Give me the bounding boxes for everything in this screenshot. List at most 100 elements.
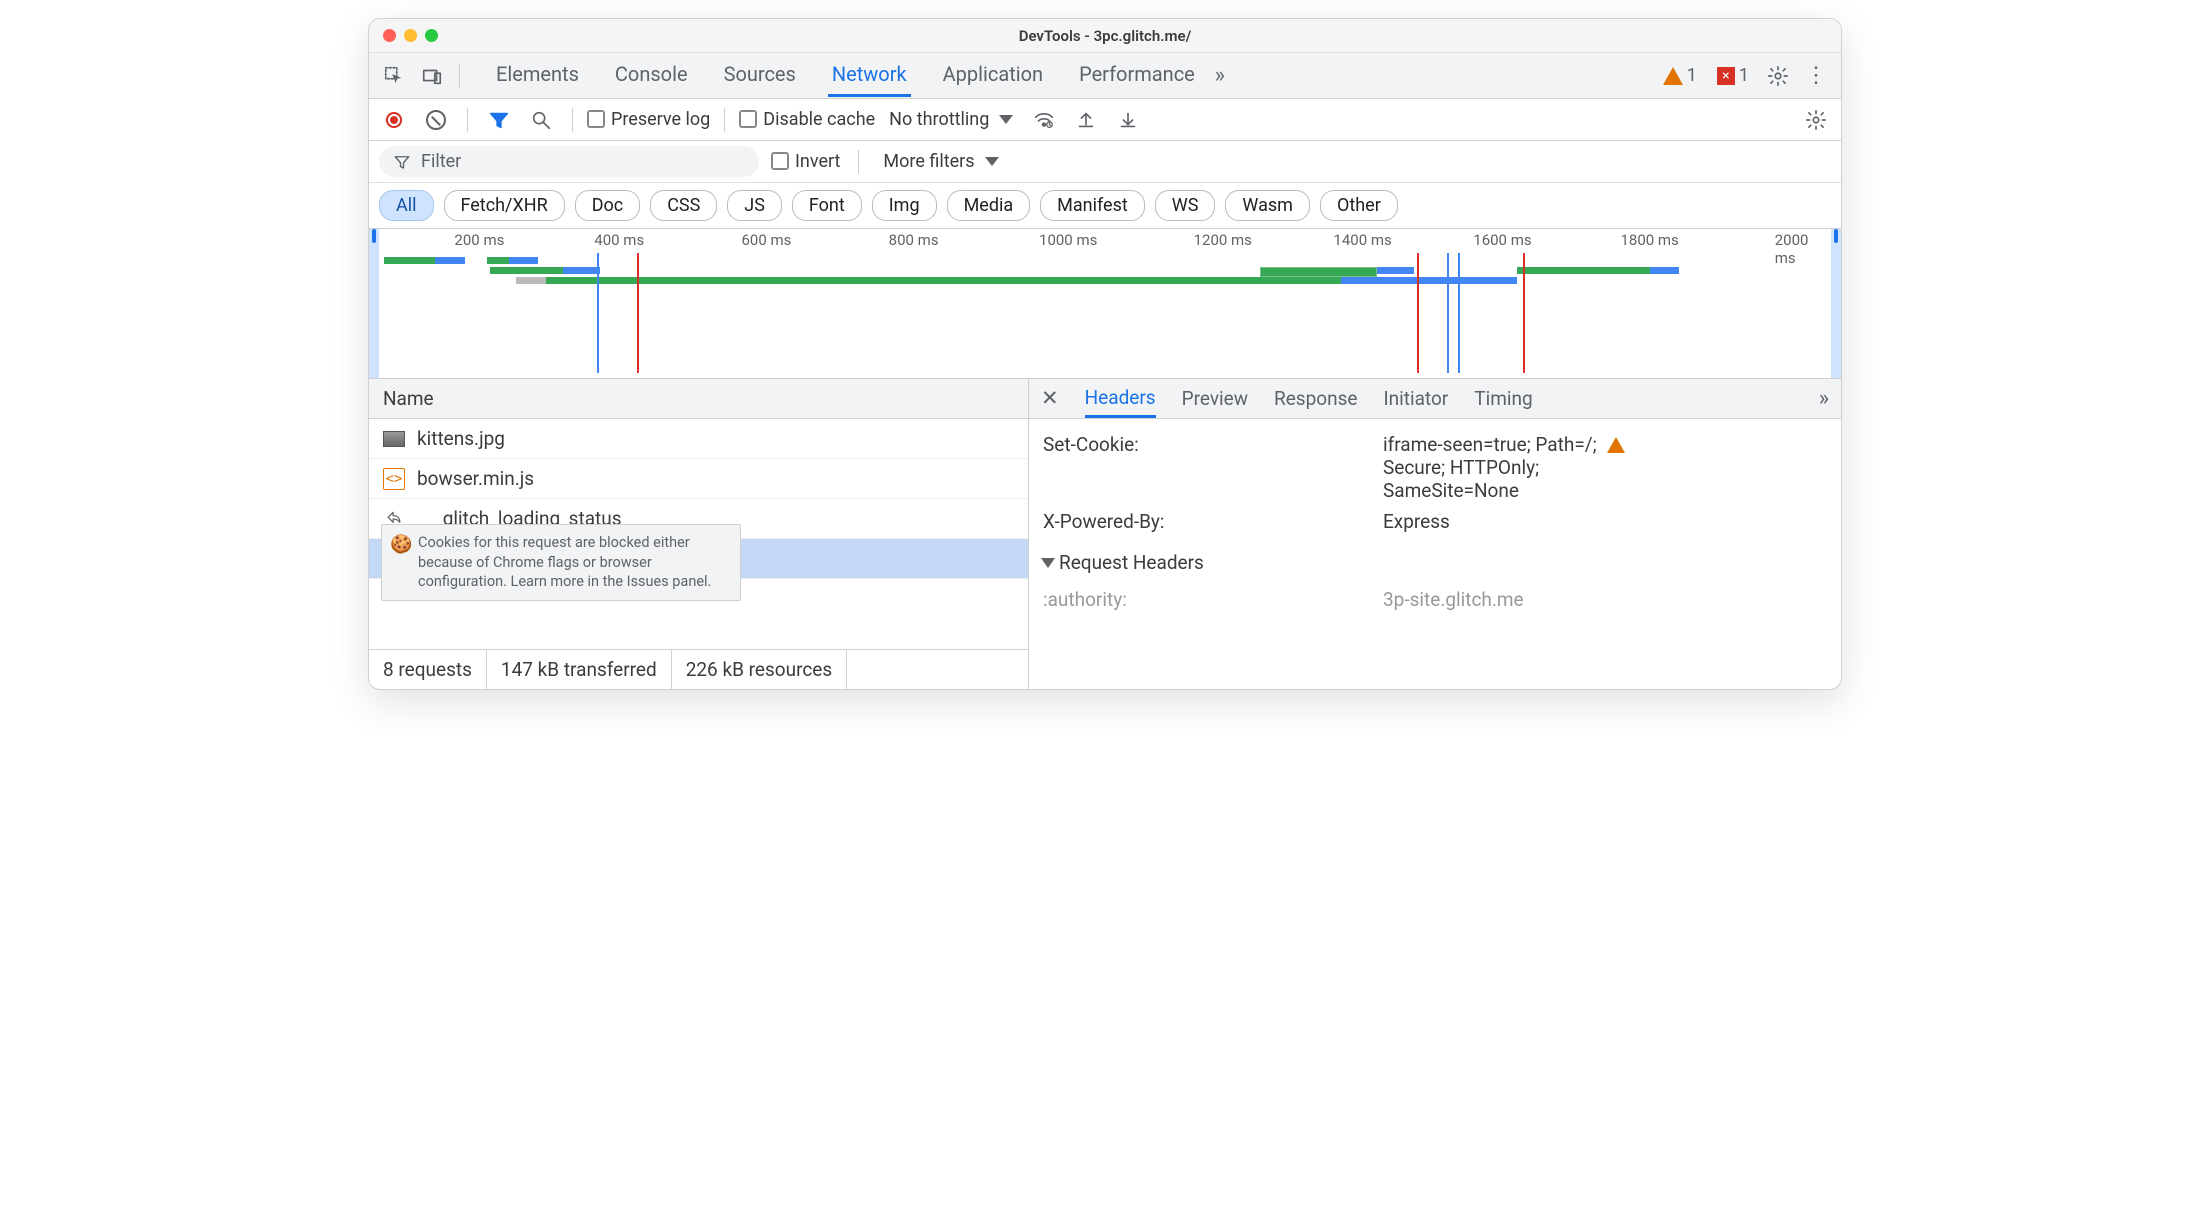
network-toolbar: Preserve log Disable cache No throttling	[369, 99, 1841, 141]
type-pill-font[interactable]: Font	[792, 190, 862, 221]
header-key: Set-Cookie:	[1043, 433, 1383, 502]
errors-count: 1	[1739, 65, 1749, 86]
image-file-icon	[383, 428, 405, 450]
requests-panel: Name kittens.jpg <> bowser.min.js ___gli…	[369, 379, 1029, 689]
kebab-menu-icon[interactable]: ⋮	[1799, 59, 1833, 93]
tab-network[interactable]: Network	[828, 54, 911, 97]
header-x-powered-by: X-Powered-By: Express	[1043, 510, 1827, 533]
preserve-log-checkbox[interactable]: Preserve log	[587, 109, 710, 130]
type-pill-doc[interactable]: Doc	[575, 190, 641, 221]
inspect-icon[interactable]	[377, 59, 411, 93]
status-resources: 226 kB resources	[672, 650, 847, 689]
type-pill-all[interactable]: All	[379, 190, 434, 221]
tick: 200 ms	[454, 231, 504, 249]
warning-icon	[1607, 437, 1625, 453]
separator	[572, 108, 573, 132]
chevron-down-icon	[985, 157, 999, 166]
header-key: :authority:	[1043, 588, 1383, 611]
tick: 400 ms	[594, 231, 644, 249]
header-value: Express	[1383, 510, 1827, 533]
requests-list: kittens.jpg <> bowser.min.js ___glitch_l…	[369, 419, 1028, 649]
network-settings-icon[interactable]	[1799, 103, 1833, 137]
detail-tab-preview[interactable]: Preview	[1182, 381, 1248, 416]
checkbox-icon	[587, 110, 605, 128]
tab-sources[interactable]: Sources	[720, 54, 800, 97]
request-row[interactable]: kittens.jpg	[369, 419, 1028, 459]
chevron-down-icon	[999, 115, 1013, 124]
tab-console[interactable]: Console	[611, 54, 692, 97]
tick: 1000 ms	[1039, 231, 1097, 249]
warnings-badge[interactable]: 1	[1663, 65, 1697, 86]
invert-checkbox[interactable]: Invert	[771, 151, 840, 172]
tick: 1800 ms	[1620, 231, 1678, 249]
panel-tabs: Elements Console Sources Network Applica…	[492, 54, 1199, 97]
download-har-icon[interactable]	[1111, 103, 1145, 137]
request-headers-section[interactable]: Request Headers	[1043, 551, 1827, 574]
filter-toggle-icon[interactable]	[482, 103, 516, 137]
more-filters-dropdown[interactable]: More filters	[877, 151, 1004, 172]
tab-application[interactable]: Application	[939, 54, 1047, 97]
status-transferred: 147 kB transferred	[487, 650, 672, 689]
detail-more-tabs-icon[interactable]: »	[1819, 380, 1829, 417]
header-key: X-Powered-By:	[1043, 510, 1383, 533]
filter-input[interactable]: Filter	[379, 146, 759, 177]
detail-tab-initiator[interactable]: Initiator	[1383, 381, 1448, 416]
resource-type-filters: All Fetch/XHR Doc CSS JS Font Img Media …	[369, 183, 1841, 229]
request-name: kittens.jpg	[417, 427, 505, 450]
more-filters-label: More filters	[883, 151, 974, 172]
tick: 1200 ms	[1194, 231, 1252, 249]
warning-icon	[1663, 67, 1683, 85]
tab-performance[interactable]: Performance	[1075, 54, 1199, 97]
type-pill-media[interactable]: Media	[947, 190, 1031, 221]
window-title: DevTools - 3pc.glitch.me/	[369, 27, 1841, 45]
type-pill-manifest[interactable]: Manifest	[1040, 190, 1145, 221]
cookie-blocked-tooltip: Cookies for this request are blocked eit…	[381, 524, 741, 601]
detail-tab-timing[interactable]: Timing	[1474, 381, 1532, 416]
detail-body: Set-Cookie: iframe-seen=true; Path=/; Se…	[1029, 419, 1841, 689]
errors-badge[interactable]: 1	[1717, 65, 1749, 86]
title-bar: DevTools - 3pc.glitch.me/	[369, 19, 1841, 53]
tick: 600 ms	[741, 231, 791, 249]
type-pill-js[interactable]: JS	[727, 190, 782, 221]
disable-cache-checkbox[interactable]: Disable cache	[739, 109, 875, 130]
type-pill-fetch-xhr[interactable]: Fetch/XHR	[444, 190, 565, 221]
js-file-icon: <>	[383, 468, 405, 490]
device-toolbar-icon[interactable]	[415, 59, 449, 93]
type-pill-wasm[interactable]: Wasm	[1225, 190, 1310, 221]
network-conditions-icon[interactable]	[1027, 103, 1061, 137]
requests-name-header[interactable]: Name	[369, 379, 1028, 419]
record-button[interactable]	[377, 103, 411, 137]
tick: 800 ms	[889, 231, 939, 249]
type-pill-css[interactable]: CSS	[650, 190, 717, 221]
clear-button[interactable]	[419, 103, 453, 137]
detail-tab-response[interactable]: Response	[1274, 381, 1357, 416]
settings-icon[interactable]	[1761, 59, 1795, 93]
type-pill-img[interactable]: Img	[872, 190, 937, 221]
close-detail-icon[interactable]: ✕	[1041, 380, 1059, 417]
tick: 1600 ms	[1473, 231, 1531, 249]
detail-tab-headers[interactable]: Headers	[1085, 380, 1156, 418]
separator	[467, 108, 468, 132]
separator	[459, 64, 460, 88]
main-tab-strip: Elements Console Sources Network Applica…	[369, 53, 1841, 99]
search-icon[interactable]	[524, 103, 558, 137]
filter-bar: Filter Invert More filters	[369, 141, 1841, 183]
type-pill-ws[interactable]: WS	[1155, 190, 1216, 221]
timeline-overview[interactable]: 200 ms 400 ms 600 ms 800 ms 1000 ms 1200…	[369, 229, 1841, 379]
tick: 1400 ms	[1333, 231, 1391, 249]
throttling-select[interactable]: No throttling	[883, 109, 1019, 130]
detail-panel: ✕ Headers Preview Response Initiator Tim…	[1029, 379, 1841, 689]
more-tabs-icon[interactable]: »	[1203, 59, 1237, 93]
request-row[interactable]: <> bowser.min.js	[369, 459, 1028, 499]
content-split: Name kittens.jpg <> bowser.min.js ___gli…	[369, 379, 1841, 689]
upload-har-icon[interactable]	[1069, 103, 1103, 137]
header-authority: :authority: 3p-site.glitch.me	[1043, 588, 1827, 611]
disclosure-triangle-icon	[1041, 558, 1055, 568]
header-value: iframe-seen=true; Path=/; Secure; HTTPOn…	[1383, 433, 1827, 502]
type-pill-other[interactable]: Other	[1320, 190, 1398, 221]
status-bar: 8 requests 147 kB transferred 226 kB res…	[369, 649, 1028, 689]
tab-elements[interactable]: Elements	[492, 54, 583, 97]
checkbox-icon	[739, 110, 757, 128]
header-value: 3p-site.glitch.me	[1383, 588, 1827, 611]
error-icon	[1717, 67, 1735, 85]
